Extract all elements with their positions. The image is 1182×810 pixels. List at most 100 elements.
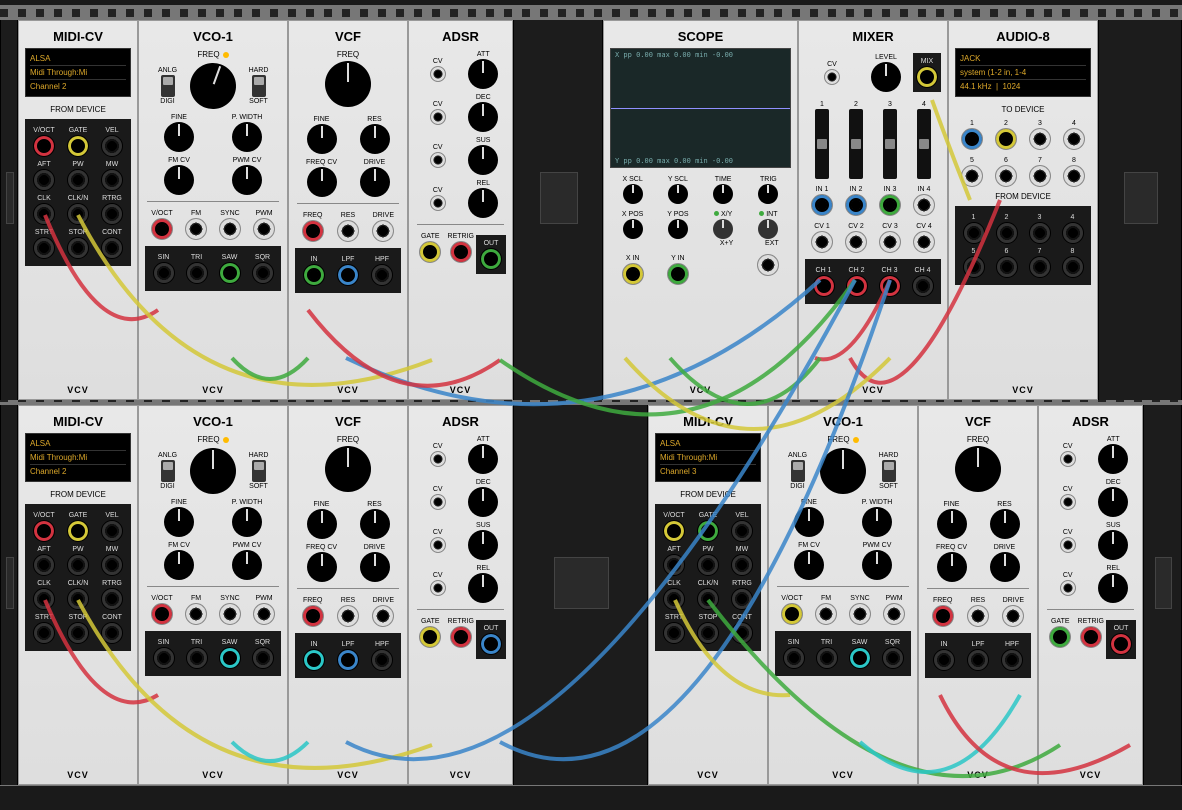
knob[interactable] — [164, 550, 194, 580]
jack-voct[interactable] — [33, 135, 55, 157]
knob-pwmcv[interactable] — [232, 165, 262, 195]
knob[interactable] — [468, 444, 498, 474]
midi-display[interactable]: ALSAMidi Through:MiChannel 3 — [655, 433, 761, 482]
jack[interactable] — [1080, 626, 1102, 648]
jack[interactable] — [186, 262, 208, 284]
jack[interactable] — [101, 554, 123, 576]
jack-yin[interactable] — [667, 263, 689, 285]
jack[interactable] — [253, 603, 275, 625]
midi-display[interactable]: ALSAMidi Through:MiChannel 2 — [25, 433, 131, 482]
jack[interactable] — [1002, 605, 1024, 627]
jack[interactable] — [1060, 580, 1076, 596]
jack[interactable] — [253, 218, 275, 240]
knob[interactable] — [307, 509, 337, 539]
knob[interactable] — [623, 219, 643, 239]
jack-mix[interactable] — [916, 66, 938, 88]
knob[interactable] — [232, 507, 262, 537]
jack[interactable] — [1001, 649, 1023, 671]
knob[interactable] — [794, 507, 824, 537]
knob[interactable] — [1098, 444, 1128, 474]
jack[interactable] — [186, 647, 208, 669]
jack[interactable] — [153, 647, 175, 669]
jack[interactable] — [151, 603, 173, 625]
knob-fmcv[interactable] — [164, 165, 194, 195]
jack[interactable] — [879, 194, 901, 216]
jack[interactable] — [697, 588, 719, 610]
knob-level[interactable] — [871, 62, 901, 92]
jack-lpf[interactable] — [337, 264, 359, 286]
jack[interactable] — [33, 622, 55, 644]
jack-in[interactable] — [303, 264, 325, 286]
jack[interactable] — [67, 169, 89, 191]
jack[interactable] — [1029, 222, 1051, 244]
knob[interactable] — [1098, 573, 1128, 603]
jack[interactable] — [450, 626, 472, 648]
jack[interactable] — [995, 128, 1017, 150]
jack[interactable] — [33, 237, 55, 259]
knob-fine[interactable] — [164, 122, 194, 152]
jack[interactable] — [731, 554, 753, 576]
knob[interactable] — [990, 509, 1020, 539]
knob[interactable] — [307, 552, 337, 582]
jack[interactable] — [879, 231, 901, 253]
jack-xin[interactable] — [622, 263, 644, 285]
jack[interactable] — [67, 237, 89, 259]
jack[interactable] — [430, 580, 446, 596]
jack[interactable] — [33, 520, 55, 542]
jack[interactable] — [219, 647, 241, 669]
jack[interactable] — [731, 520, 753, 542]
button[interactable] — [713, 219, 733, 239]
switch[interactable] — [161, 460, 175, 482]
knob[interactable] — [623, 184, 643, 204]
jack[interactable] — [1060, 537, 1076, 553]
jack[interactable] — [252, 647, 274, 669]
jack[interactable] — [883, 603, 905, 625]
jack[interactable] — [303, 649, 325, 671]
jack[interactable] — [430, 109, 446, 125]
jack[interactable] — [371, 649, 393, 671]
jack[interactable] — [67, 588, 89, 610]
knob[interactable] — [360, 124, 390, 154]
jack[interactable] — [783, 647, 805, 669]
knob[interactable] — [668, 219, 688, 239]
jack[interactable] — [337, 649, 359, 671]
jack[interactable] — [1063, 165, 1085, 187]
jack[interactable] — [963, 256, 985, 278]
knob[interactable] — [232, 550, 262, 580]
jack[interactable] — [67, 622, 89, 644]
jack[interactable] — [302, 220, 324, 242]
jack[interactable] — [101, 622, 123, 644]
jack[interactable] — [252, 262, 274, 284]
knob[interactable] — [758, 184, 778, 204]
knob[interactable] — [468, 487, 498, 517]
jack[interactable] — [995, 165, 1017, 187]
jack[interactable] — [1110, 633, 1132, 655]
switch-anlg[interactable] — [161, 75, 175, 97]
jack[interactable] — [849, 647, 871, 669]
jack[interactable] — [731, 588, 753, 610]
knob-freq[interactable] — [184, 57, 243, 116]
jack-voct[interactable] — [151, 218, 173, 240]
knob[interactable] — [307, 167, 337, 197]
jack[interactable] — [1063, 128, 1085, 150]
jack[interactable] — [33, 203, 55, 225]
jack[interactable] — [67, 554, 89, 576]
jack-out[interactable] — [480, 248, 502, 270]
knob[interactable] — [360, 552, 390, 582]
knob[interactable] — [668, 184, 688, 204]
jack[interactable] — [813, 275, 835, 297]
jack[interactable] — [430, 152, 446, 168]
jack[interactable] — [101, 588, 123, 610]
jack[interactable] — [1029, 165, 1051, 187]
knob[interactable] — [862, 550, 892, 580]
jack[interactable] — [337, 605, 359, 627]
knob[interactable] — [937, 552, 967, 582]
jack[interactable] — [697, 520, 719, 542]
jack[interactable] — [33, 588, 55, 610]
button[interactable] — [758, 219, 778, 239]
jack[interactable] — [697, 554, 719, 576]
jack[interactable] — [33, 554, 55, 576]
jack[interactable] — [1062, 256, 1084, 278]
jack[interactable] — [1029, 256, 1051, 278]
midi-display[interactable]: ALSA Midi Through:Mi Channel 2 — [25, 48, 131, 97]
